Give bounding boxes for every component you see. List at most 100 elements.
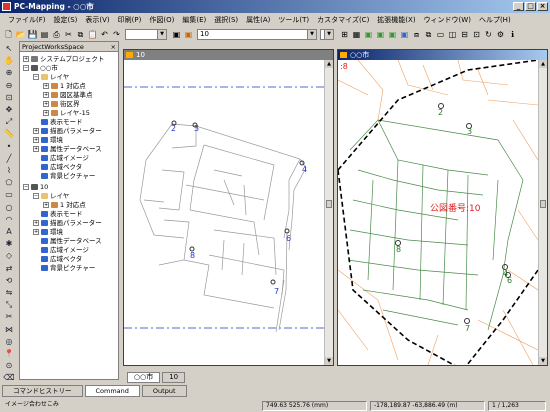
chart-icon[interactable]: ▣: [399, 29, 410, 40]
open-folder-icon[interactable]: 📂: [15, 29, 26, 40]
menu-print[interactable]: 印刷(P): [114, 13, 146, 27]
tree-node[interactable]: + 描画パラメーター: [33, 219, 102, 227]
tree-node[interactable]: + システムプロジェクト: [23, 55, 104, 63]
rotate-icon[interactable]: ⟲: [3, 275, 16, 286]
point-icon[interactable]: •: [3, 141, 16, 152]
menu-draw[interactable]: 作図(O): [145, 13, 178, 27]
tile-icon[interactable]: ⊟: [459, 29, 470, 40]
menu-settings[interactable]: 設定(S): [50, 13, 82, 27]
join-icon[interactable]: ⋈: [3, 324, 16, 335]
copy-icon[interactable]: ⧉: [75, 29, 86, 40]
tab-command[interactable]: Command: [84, 385, 140, 397]
scroll-up-icon[interactable]: ▲: [539, 60, 547, 68]
tree-node[interactable]: − レイヤ: [33, 192, 69, 200]
target-icon[interactable]: ⊙: [3, 360, 16, 371]
layers-icon[interactable]: ⧉: [423, 29, 434, 40]
tree-node[interactable]: + 環境: [33, 136, 63, 144]
pan-icon[interactable]: ✥: [3, 104, 16, 115]
pin-icon[interactable]: 📍: [3, 348, 16, 359]
map-canvas-right[interactable]: :8 公図番号:10 2 3 4 8 6 7: [338, 60, 538, 365]
tree-node[interactable]: 広域ベクタ: [33, 163, 82, 171]
tree-node[interactable]: +1 対応点: [43, 82, 86, 90]
menu-window[interactable]: ウィンドウ(W): [420, 13, 475, 27]
tab-output[interactable]: Output: [141, 385, 187, 397]
menu-edit[interactable]: 編集(E): [178, 13, 210, 27]
grid-icon[interactable]: ▦: [351, 29, 362, 40]
new-file-icon[interactable]: 🗋: [3, 29, 14, 40]
vertical-scrollbar[interactable]: ▲ ▼: [538, 60, 547, 365]
minimize-button[interactable]: _: [513, 2, 524, 11]
tree-node[interactable]: 表示モード: [33, 118, 83, 126]
split-icon[interactable]: ◫: [447, 29, 458, 40]
arc-icon[interactable]: ◠: [3, 214, 16, 225]
scale-icon[interactable]: ⤡: [3, 299, 16, 310]
zoom-in-icon[interactable]: ⊕: [3, 67, 16, 78]
tree-node[interactable]: + レイヤ-15: [43, 109, 90, 117]
tree-node[interactable]: 背景ピクチャー: [33, 264, 95, 272]
polygon-icon[interactable]: ⬠: [3, 177, 16, 188]
tree-node[interactable]: +1 対応点: [43, 201, 86, 209]
refresh-icon[interactable]: ↻: [483, 29, 494, 40]
menu-attribute[interactable]: 属性(A): [242, 13, 274, 27]
split-line-icon[interactable]: ✂: [3, 311, 16, 322]
menu-help[interactable]: ヘルプ(H): [475, 13, 515, 27]
tree-node[interactable]: −10: [23, 183, 48, 191]
tab-city[interactable]: ○○市: [127, 371, 161, 383]
scroll-up-icon[interactable]: ▲: [325, 60, 333, 68]
small-combo[interactable]: ▼: [320, 28, 334, 40]
menu-file[interactable]: ファイル(F): [4, 13, 50, 27]
buffer-icon[interactable]: ◎: [3, 336, 16, 347]
maximize-button[interactable]: □: [525, 2, 536, 11]
menu-select[interactable]: 選択(S): [210, 13, 242, 27]
save-icon[interactable]: 💾: [27, 29, 38, 40]
zoom-window-icon[interactable]: ⊡: [3, 92, 16, 103]
menu-tools[interactable]: ツール(T): [274, 13, 313, 27]
tree-node[interactable]: + 街区界: [43, 100, 80, 108]
layer-color-icon[interactable]: ▣: [183, 29, 194, 40]
tree-node[interactable]: 表示モード: [33, 210, 83, 218]
tree-node[interactable]: + 図区基準点: [43, 91, 93, 99]
scroll-thumb[interactable]: [540, 200, 546, 208]
erase-icon[interactable]: ⌫: [3, 372, 16, 383]
zoom-out-icon[interactable]: ⊖: [3, 80, 16, 91]
image-icon[interactable]: ▣: [363, 29, 374, 40]
tree-node[interactable]: 属性データベース: [33, 237, 102, 245]
symbol-icon[interactable]: ✱: [3, 238, 16, 249]
tree-node[interactable]: − ○○市: [23, 64, 58, 72]
view-combo[interactable]: 10 ▼: [197, 28, 317, 40]
vertical-scrollbar[interactable]: ▲ ▼: [324, 60, 333, 365]
rectangle-icon[interactable]: ▭: [3, 189, 16, 200]
print-icon[interactable]: ⎙: [51, 29, 62, 40]
doc-title-bar[interactable]: 10: [124, 50, 333, 60]
scroll-down-icon[interactable]: ▼: [539, 357, 547, 365]
info-icon[interactable]: ℹ: [507, 29, 518, 40]
circle-icon[interactable]: ○: [3, 202, 16, 213]
tree-node[interactable]: − レイヤ: [33, 73, 69, 81]
paste-icon[interactable]: 📋: [87, 29, 98, 40]
vector-icon[interactable]: ▣: [375, 29, 386, 40]
tree-node[interactable]: 広域イメージ: [33, 154, 89, 162]
hand-icon[interactable]: ✋: [3, 55, 16, 66]
node-icon[interactable]: ◇: [3, 250, 16, 261]
save-all-icon[interactable]: ▤: [39, 29, 50, 40]
close-panel-icon[interactable]: ×: [111, 42, 116, 52]
scroll-down-icon[interactable]: ▼: [325, 357, 333, 365]
table-icon[interactable]: ▣: [387, 29, 398, 40]
scroll-thumb[interactable]: [326, 200, 332, 208]
tree-node[interactable]: 広域イメージ: [33, 246, 89, 254]
tree-node[interactable]: + 環境: [33, 228, 63, 236]
window-icon[interactable]: ▭: [435, 29, 446, 40]
overlay-icon[interactable]: ⧈: [411, 29, 422, 40]
polyline-icon[interactable]: ⌇: [3, 165, 16, 176]
menu-view[interactable]: 表示(V): [81, 13, 113, 27]
layer-combo[interactable]: ▼: [125, 28, 167, 40]
tree-node[interactable]: + 描画パラメーター: [33, 127, 102, 135]
settings-icon[interactable]: ⚙: [495, 29, 506, 40]
close-button[interactable]: ×: [537, 2, 548, 11]
tree-node[interactable]: 背景ピクチャー: [33, 172, 95, 180]
undo-icon[interactable]: ↶: [99, 29, 110, 40]
tree-node[interactable]: + 属性データベース: [33, 145, 102, 153]
menu-extensions[interactable]: 拡張機能(X): [373, 13, 419, 27]
fit-icon[interactable]: ⤢: [3, 116, 16, 127]
line-icon[interactable]: ╱: [3, 153, 16, 164]
